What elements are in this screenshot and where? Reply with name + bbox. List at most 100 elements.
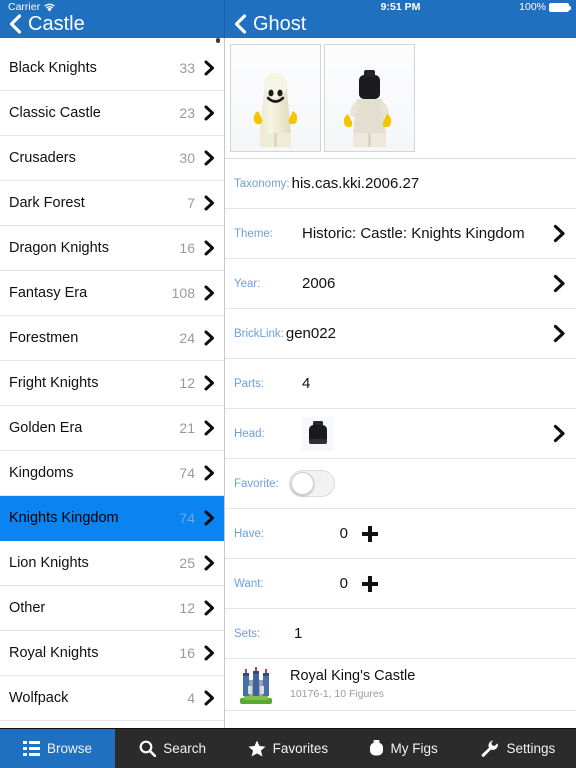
bricklink-value: gen022 (285, 325, 336, 342)
bricklink-row[interactable]: BrickLink: gen022 (225, 309, 576, 359)
tab-label: Browse (46, 740, 92, 756)
sidebar-item-forestmen[interactable]: Forestmen 24 (0, 316, 224, 361)
sidebar-item-count: 12 (179, 600, 195, 616)
set-list-item[interactable]: Royal King's Castle 10176-1, 10 Figures (225, 659, 576, 711)
sidebar-list[interactable]: Black Knights 33 Classic Castle 23 Crusaders… (0, 38, 225, 728)
set-item-text: Royal King's Castle 10176-1, 10 Figures (290, 667, 415, 702)
chevron-right-icon (204, 645, 215, 661)
sidebar-item-black-knights[interactable]: Black Knights 33 (0, 46, 224, 91)
minifig-front-image[interactable] (230, 44, 321, 152)
magnifier-icon (139, 740, 157, 757)
chevron-right-icon (204, 465, 215, 481)
chevron-right-icon (204, 690, 215, 706)
sidebar-item-dragon-knights[interactable]: Dragon Knights 16 (0, 226, 224, 271)
sidebar-item-label: Crusaders (9, 150, 76, 166)
wrench-icon (481, 740, 499, 757)
have-stepper: 0 (292, 525, 566, 542)
sidebar-item-count: 108 (171, 285, 195, 301)
chevron-right-icon[interactable] (553, 274, 566, 293)
battery-icon (549, 2, 571, 12)
sidebar-item-wolfpack[interactable]: Wolfpack 4 (0, 676, 224, 721)
plus-icon[interactable] (362, 575, 378, 592)
minifig-back-image[interactable] (324, 44, 415, 152)
head-part-thumbnail[interactable] (292, 416, 553, 451)
navbar-right-pane: 9:51 PM 100% Ghost (225, 0, 576, 38)
tab-label: Search (163, 740, 207, 756)
sidebar-scrollbar[interactable] (216, 38, 220, 43)
taxonomy-label: Taxonomy: (234, 177, 290, 190)
sidebar-item-count: 21 (179, 420, 195, 436)
tab-search[interactable]: Search (115, 729, 230, 768)
have-label: Have: (234, 527, 265, 540)
head-row[interactable]: Head: (225, 409, 576, 459)
sidebar-item-dark-forest[interactable]: Dark Forest 7 (0, 181, 224, 226)
content-area: Black Knights 33 Classic Castle 23 Crusaders… (0, 38, 576, 728)
navigation-bar: Carrier Castle 9:51 PM 100% Ghost (0, 0, 576, 38)
parts-row: Parts: 4 (225, 359, 576, 409)
set-item-subtitle: 10176-1, 10 Figures (290, 688, 384, 700)
chevron-left-icon[interactable] (6, 13, 24, 35)
chevron-left-icon[interactable] (231, 13, 249, 35)
left-nav-title-row: Castle (0, 13, 224, 35)
chevron-right-icon[interactable] (553, 224, 566, 243)
sidebar-item-label: Dragon Knights (9, 240, 109, 256)
taxonomy-row: Taxonomy: his.cas.kki.2006.27 (225, 159, 576, 209)
sidebar-item-count: 16 (179, 645, 195, 661)
parts-value: 4 (302, 375, 311, 392)
tab-browse[interactable]: Browse (0, 729, 115, 768)
tab-favorites[interactable]: Favorites (230, 729, 345, 768)
set-thumbnail-icon (234, 664, 278, 706)
favorite-label: Favorite: (234, 477, 279, 490)
sidebar-item-kingdoms[interactable]: Kingdoms 74 (0, 451, 224, 496)
favorite-toggle[interactable] (288, 470, 335, 497)
sidebar-item-label: Royal Knights (9, 645, 99, 661)
sets-row: Sets: 1 (225, 609, 576, 659)
sidebar-item-other[interactable]: Other 12 (0, 586, 224, 631)
year-row[interactable]: Year: 2006 (225, 259, 576, 309)
sidebar-item-fantasy-era[interactable]: Fantasy Era 108 (0, 271, 224, 316)
sets-label: Sets: (234, 627, 261, 640)
bricklink-label: BrickLink: (234, 327, 284, 340)
set-item-title: Royal King's Castle (290, 668, 416, 684)
detail-rows-container: Taxonomy: his.cas.kki.2006.27 Theme: Histor… (225, 159, 576, 459)
tab-settings[interactable]: Settings (461, 729, 576, 768)
chevron-right-icon[interactable] (553, 324, 566, 343)
want-row: Want: 0 (225, 559, 576, 609)
sidebar-item-label: Lion Knights (9, 555, 89, 571)
sidebar-rows-container: Black Knights 33 Classic Castle 23 Crusaders… (0, 46, 224, 721)
chevron-right-icon[interactable] (553, 424, 566, 443)
theme-row[interactable]: Theme: Historic: Castle: Knights Kingdom (225, 209, 576, 259)
sidebar-item-classic-castle[interactable]: Classic Castle 23 (0, 91, 224, 136)
sidebar-item-count: 74 (179, 465, 195, 481)
status-carrier: Carrier (8, 1, 55, 13)
sidebar-item-label: Other (9, 600, 46, 616)
sidebar-item-label: Forestmen (9, 330, 79, 346)
sidebar-item-count: 30 (179, 150, 195, 166)
sidebar-item-fright-knights[interactable]: Fright Knights 12 (0, 361, 224, 406)
minifig-image-gallery (225, 38, 576, 159)
sidebar-item-crusaders[interactable]: Crusaders 30 (0, 136, 224, 181)
chevron-right-icon (204, 195, 215, 211)
back-button-label[interactable]: Castle (28, 13, 85, 35)
year-value: 2006 (302, 275, 336, 292)
sidebar-item-count: 74 (179, 510, 195, 526)
want-stepper: 0 (292, 575, 566, 592)
sidebar-item-golden-era[interactable]: Golden Era 21 (0, 406, 224, 451)
sidebar-item-royal-knights[interactable]: Royal Knights 16 (0, 631, 224, 676)
sidebar-item-lion-knights[interactable]: Lion Knights 25 (0, 541, 224, 586)
sidebar-item-label: Kingdoms (9, 465, 74, 481)
carrier-label: Carrier (8, 1, 41, 13)
sidebar-item-knights-kingdom[interactable]: Knights Kingdom 74 (0, 496, 224, 541)
app-root: Carrier Castle 9:51 PM 100% Ghost Black … (0, 0, 576, 768)
navbar-left-pane: Carrier Castle (0, 0, 225, 38)
sidebar-item-label: Fantasy Era (9, 285, 88, 301)
tab-label: Favorites (272, 740, 329, 756)
battery-percent-label: 100% (519, 1, 546, 13)
favorite-toggle-knob (290, 472, 314, 495)
have-count: 0 (339, 525, 348, 542)
sidebar-item-count: 7 (187, 195, 195, 211)
chevron-right-icon (204, 420, 215, 436)
sidebar-item-label: Golden Era (9, 420, 83, 436)
plus-icon[interactable] (362, 525, 378, 542)
tab-my-figs[interactable]: My Figs (346, 729, 461, 768)
